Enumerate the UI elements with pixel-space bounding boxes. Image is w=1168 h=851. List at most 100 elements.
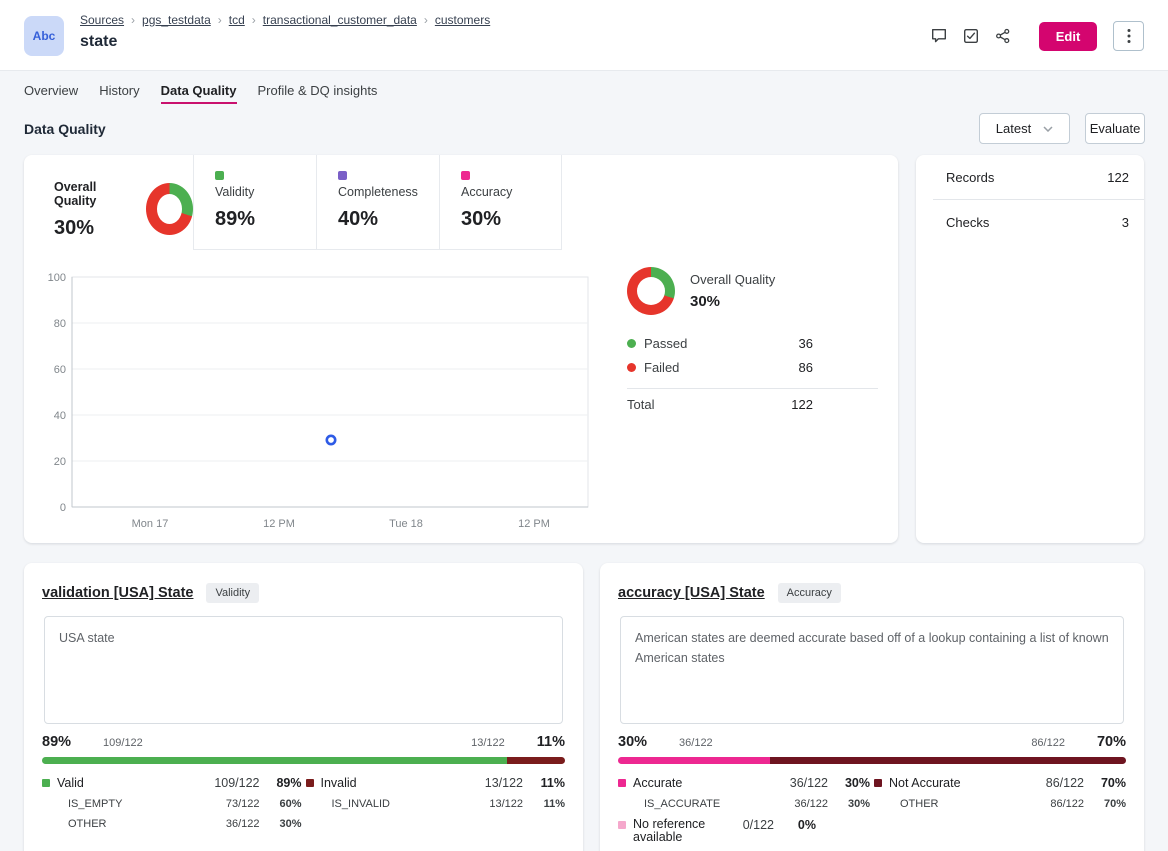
- validity-swatch-icon: [215, 171, 224, 180]
- edit-button[interactable]: Edit: [1039, 22, 1097, 51]
- rule-label: OTHER: [68, 818, 205, 830]
- check-title-link[interactable]: validation [USA] State: [42, 585, 193, 601]
- validation-check-card: validation [USA] State Validity USA stat…: [24, 563, 583, 851]
- invalid-swatch-icon: [306, 779, 314, 787]
- breadcrumb-separator: ›: [218, 13, 222, 27]
- dimension-badge: Accuracy: [778, 583, 841, 603]
- check-stat-row: 89% 109/122 13/122 11%: [42, 734, 565, 750]
- rule-label: IS_EMPTY: [68, 798, 205, 810]
- rule-percent: 60%: [260, 798, 302, 810]
- accuracy-swatch-icon: [461, 171, 470, 180]
- legend-fraction: 13/122: [468, 776, 523, 790]
- accuracy-check-card: accuracy [USA] State Accuracy American s…: [600, 563, 1144, 851]
- check-description-text: USA state: [59, 631, 115, 645]
- data-quality-page: Abc Sources › pgs_testdata › tcd › trans…: [0, 0, 1168, 851]
- comment-icon[interactable]: [931, 28, 947, 44]
- result-bar: [42, 757, 565, 764]
- failed-percent: 11%: [537, 734, 565, 750]
- result-bar: [618, 757, 1126, 764]
- passed-fraction: 109/122: [103, 737, 143, 749]
- rule-fraction: 86/122: [1029, 798, 1084, 810]
- rule-label: IS_INVALID: [332, 798, 469, 810]
- failed-row: Failed 86: [627, 355, 878, 379]
- legend-percent: 30%: [828, 776, 870, 790]
- breadcrumb-separator: ›: [252, 13, 256, 27]
- breadcrumb-customers[interactable]: customers: [435, 13, 490, 27]
- tab-history[interactable]: History: [99, 83, 139, 104]
- check-title-link[interactable]: accuracy [USA] State: [618, 585, 765, 601]
- share-icon[interactable]: [995, 28, 1011, 44]
- checks-row: Checks 3: [916, 200, 1144, 244]
- breadcrumb-pgs-testdata[interactable]: pgs_testdata: [142, 13, 211, 27]
- total-value: 122: [791, 397, 813, 412]
- rule-percent: 30%: [260, 818, 302, 830]
- more-actions-button[interactable]: [1113, 21, 1144, 51]
- not-accurate-bar-segment: [770, 757, 1126, 764]
- sub-row-is-accurate: IS_ACCURATE 36/122 30%: [618, 794, 870, 814]
- not-accurate-swatch-icon: [874, 779, 882, 787]
- rule-fraction: 13/122: [468, 798, 523, 810]
- passed-label: Passed: [644, 336, 687, 351]
- check-description-text: American states are deemed accurate base…: [635, 631, 1109, 665]
- failed-dot-icon: [627, 363, 636, 372]
- tile-value: 30%: [54, 217, 134, 240]
- evaluate-button[interactable]: Evaluate: [1085, 113, 1145, 144]
- task-check-icon[interactable]: [963, 28, 979, 44]
- valid-bar-segment: [42, 757, 507, 764]
- legend-label: Valid: [57, 776, 205, 790]
- passed-dot-icon: [627, 339, 636, 348]
- overall-quality-donut: [146, 183, 193, 235]
- header-actions: Edit: [931, 21, 1144, 51]
- records-row: Records 122: [916, 155, 1144, 199]
- legend-row-valid: Valid 109/122 89%: [42, 772, 302, 794]
- legend-percent: 70%: [1084, 776, 1126, 790]
- legend-label: Invalid: [321, 776, 469, 790]
- tile-value: 89%: [215, 208, 316, 231]
- tile-label: Completeness: [338, 185, 439, 199]
- legend-percent: 0%: [774, 818, 816, 832]
- tile-label: Validity: [215, 185, 316, 199]
- legend-row-not-accurate: Not Accurate 86/122 70%: [874, 772, 1126, 794]
- completeness-swatch-icon: [338, 171, 347, 180]
- legend-row-invalid: Invalid 13/122 11%: [306, 772, 566, 794]
- legend-label: Not Accurate: [889, 776, 1029, 790]
- valid-swatch-icon: [42, 779, 50, 787]
- breadcrumb-sources[interactable]: Sources: [80, 13, 124, 27]
- breadcrumb-separator: ›: [424, 13, 428, 27]
- legend-row-no-reference: No reference available 0/122 0%: [618, 814, 870, 848]
- breadcrumb-table[interactable]: transactional_customer_data: [263, 13, 417, 27]
- records-label: Records: [946, 170, 994, 185]
- passed-percent: 89%: [42, 734, 71, 750]
- tab-bar: Overview History Data Quality Profile & …: [24, 83, 377, 104]
- rule-label: OTHER: [900, 798, 1029, 810]
- more-menu-icon: [1127, 28, 1131, 44]
- tile-value: 40%: [338, 208, 439, 231]
- breadcrumb-tcd[interactable]: tcd: [229, 13, 245, 27]
- rule-label: IS_ACCURATE: [644, 798, 773, 810]
- summary-title: Overall Quality: [690, 272, 775, 287]
- legend-percent: 11%: [523, 776, 565, 790]
- x-tick: 12 PM: [263, 518, 295, 530]
- tile-overall-quality: Overall Quality 30%: [24, 155, 193, 250]
- legend-fraction: 36/122: [773, 776, 828, 790]
- tab-profile-dq-insights[interactable]: Profile & DQ insights: [258, 83, 378, 104]
- rule-fraction: 36/122: [205, 818, 260, 830]
- metric-tiles: Overall Quality 30% Validity 89% Complet…: [24, 155, 898, 250]
- x-tick: 12 PM: [518, 518, 550, 530]
- check-stat-row: 30% 36/122 86/122 70%: [618, 734, 1126, 750]
- version-dropdown[interactable]: Latest: [979, 113, 1070, 144]
- version-dropdown-label: Latest: [996, 121, 1031, 136]
- failed-fraction: 13/122: [471, 737, 505, 749]
- page-title: state: [80, 33, 117, 51]
- breadcrumb: Sources › pgs_testdata › tcd › transacti…: [80, 13, 490, 27]
- divider: [627, 388, 878, 389]
- tile-completeness: Completeness 40%: [316, 155, 439, 250]
- tab-overview[interactable]: Overview: [24, 83, 78, 104]
- tile-label: Overall Quality: [54, 180, 134, 208]
- data-point: [327, 436, 335, 444]
- tab-data-quality[interactable]: Data Quality: [161, 83, 237, 104]
- overall-quality-donut: [627, 267, 675, 315]
- sub-row-is-empty: IS_EMPTY 73/122 60%: [42, 794, 302, 814]
- quality-trend-chart: 0 20 40 60 80 100 Mon 17 12 PM Tue 18 12…: [32, 265, 612, 538]
- overall-quality-summary: Overall Quality 30% Passed 36 Failed 86: [627, 267, 878, 412]
